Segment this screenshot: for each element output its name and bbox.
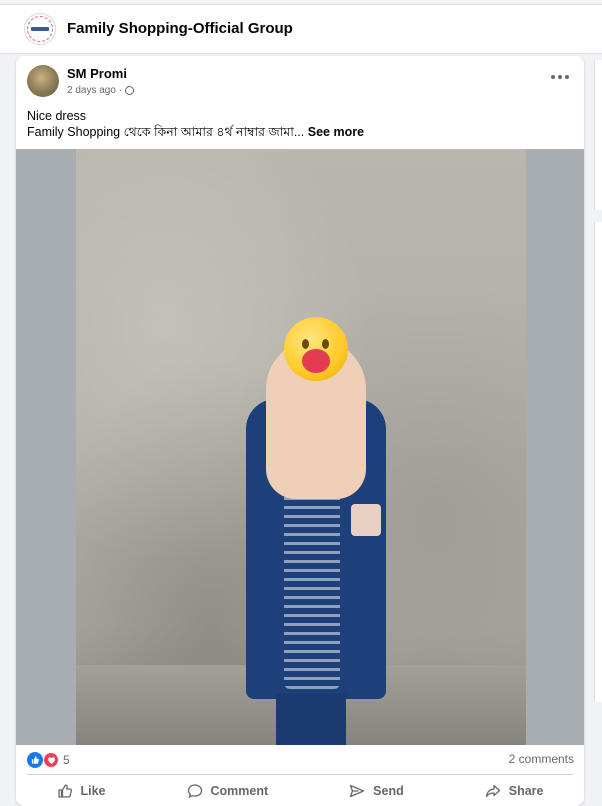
reaction-summary[interactable]: 5 [27, 752, 70, 768]
dress-embroidery [284, 479, 340, 689]
post-card: SM Promi 2 days ago · Nice dress Family … [16, 56, 584, 806]
share-button[interactable]: Share [471, 779, 558, 803]
handbag [351, 504, 381, 536]
photo-content [76, 149, 526, 745]
more-dot [565, 75, 569, 79]
emoji-eye [302, 339, 309, 349]
group-logo-mark [31, 27, 49, 31]
caption-line-1: Nice dress [27, 109, 87, 123]
caption-line-2: Family Shopping থেকে কিনা আমার ৪র্থ নাম্… [27, 124, 364, 140]
right-panel-edge [594, 60, 602, 210]
right-panel-edge-lower [594, 222, 602, 702]
more-dot [558, 75, 562, 79]
pants [276, 694, 346, 745]
like-label: Like [80, 784, 106, 798]
care-emoji-icon [284, 317, 348, 381]
love-reaction-icon [43, 752, 59, 768]
meta-separator: · [118, 85, 123, 96]
action-bar: Like Comment Send Share [16, 778, 584, 804]
send-label: Send [373, 784, 404, 798]
speech-bubble-icon [187, 784, 202, 799]
comment-label: Comment [210, 784, 269, 798]
post-meta: 2 days ago · [67, 85, 135, 96]
share-label: Share [508, 784, 544, 798]
reaction-count[interactable]: 5 [63, 753, 70, 767]
send-button[interactable]: Send [335, 779, 418, 803]
post-time[interactable]: 2 days ago [67, 85, 116, 96]
share-arrow-icon [485, 784, 500, 798]
author-avatar[interactable] [27, 65, 59, 97]
photo-person [236, 309, 396, 745]
author-name[interactable]: SM Promi [67, 66, 127, 81]
emoji-eye [322, 339, 329, 349]
comment-button[interactable]: Comment [173, 779, 283, 803]
more-horizontal-icon [551, 75, 555, 79]
divider [27, 774, 573, 775]
thumbs-up-icon [57, 784, 72, 798]
caption-text: Family Shopping থেকে কিনা আমার ৪র্থ নাম্… [27, 125, 305, 139]
more-options-button[interactable] [550, 72, 570, 82]
like-reaction-icon [27, 752, 43, 768]
paper-plane-icon [350, 784, 365, 798]
see-more-link[interactable]: See more [308, 125, 364, 139]
group-header: Family Shopping-Official Group [0, 4, 602, 54]
post-caption: Nice dress Family Shopping থেকে কিনা আমা… [27, 108, 364, 140]
comments-count[interactable]: 2 comments [509, 752, 574, 766]
globe-icon [125, 86, 135, 95]
post-photo[interactable] [16, 149, 584, 745]
heart-icon [302, 349, 330, 373]
group-logo[interactable] [24, 13, 56, 45]
like-button[interactable]: Like [43, 779, 120, 803]
group-title[interactable]: Family Shopping-Official Group [67, 20, 293, 37]
